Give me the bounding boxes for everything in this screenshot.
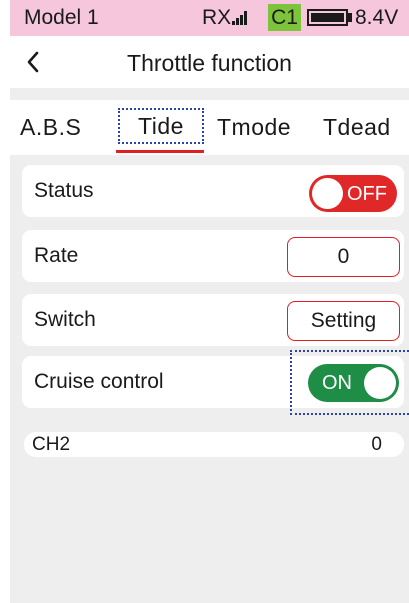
cruise-control-label: Cruise control — [34, 370, 164, 393]
channel-value: 0 — [371, 434, 382, 455]
channel-monitor: CH2 0 — [24, 432, 404, 457]
rx-indicator: RX — [202, 6, 250, 30]
title-bar: Throttle function — [10, 36, 409, 88]
tab-bar: A.B.S Tide Tmode Tdead — [10, 100, 409, 155]
battery-icon — [307, 9, 348, 26]
screen: Model 1 RX C1 8.4V Throttle function A.B… — [10, 0, 409, 603]
toggle-knob — [312, 178, 343, 209]
status-label: Status — [34, 179, 94, 202]
model-name: Model 1 — [24, 6, 99, 29]
cruise-control-row: Cruise control ON — [22, 350, 409, 415]
channel-label: CH2 — [32, 434, 71, 455]
tab-tdead[interactable]: Tdead — [323, 114, 391, 141]
tab-abs[interactable]: A.B.S — [20, 114, 81, 141]
status-row: Status OFF — [22, 165, 404, 217]
tab-selected-underline — [116, 150, 204, 153]
rate-value-field[interactable]: 0 — [287, 237, 400, 277]
channel-badge: C1 — [268, 4, 301, 31]
tab-tmode[interactable]: Tmode — [217, 114, 291, 141]
switch-row: Switch Setting — [22, 294, 404, 346]
switch-setting-button[interactable]: Setting — [287, 301, 400, 341]
rate-label: Rate — [34, 244, 79, 267]
battery-voltage: 8.4V — [355, 6, 399, 29]
status-bar: Model 1 RX C1 8.4V — [10, 0, 409, 36]
page-title: Throttle function — [127, 50, 292, 76]
rx-label: RX — [202, 6, 232, 29]
battery-tip — [348, 13, 352, 22]
tab-tide[interactable]: Tide — [118, 108, 204, 144]
cruise-control-toggle[interactable]: ON — [308, 364, 399, 402]
toggle-knob — [364, 367, 396, 399]
signal-bars-icon — [232, 11, 250, 25]
status-toggle-text: OFF — [347, 183, 387, 205]
switch-label: Switch — [34, 308, 96, 331]
rate-row: Rate 0 — [22, 230, 404, 282]
cruise-toggle-text: ON — [322, 372, 352, 394]
status-toggle[interactable]: OFF — [309, 175, 397, 212]
